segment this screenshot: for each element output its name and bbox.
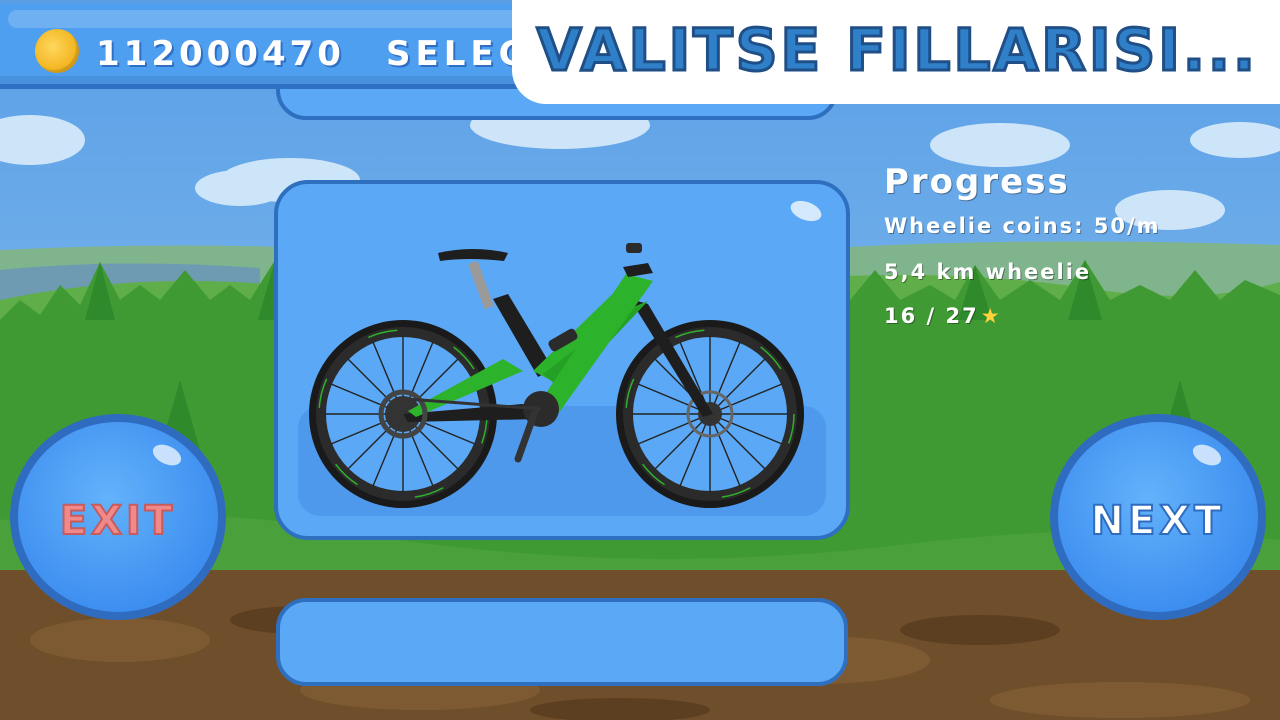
bike-illustration — [309, 243, 804, 508]
wheelie-distance-stat: 5,4 km wheelie — [884, 260, 1092, 284]
coin-count: 112000470 — [96, 34, 345, 74]
select-label: SELEC — [386, 34, 529, 74]
progress-title: Progress — [884, 162, 1070, 202]
title-banner: VALITSE FILLARISI... — [512, 0, 1280, 104]
exit-button[interactable]: EXIT — [10, 414, 226, 620]
button-gloss — [149, 440, 185, 470]
coin-icon — [35, 29, 79, 73]
next-button-label: NEXT — [1090, 497, 1226, 545]
game-scene: 112000470 SELEC VALITSE FILLARISI... Pro… — [0, 0, 1280, 720]
star-icon: ★ — [980, 304, 1002, 328]
card-highlight — [787, 197, 825, 225]
stars-stat: 16 / 27★ — [884, 304, 1002, 328]
stars-count: 16 / 27 — [884, 304, 979, 328]
bike-card-next[interactable] — [276, 598, 848, 686]
bike-card-selected[interactable] — [274, 180, 850, 540]
button-gloss — [1189, 440, 1225, 470]
exit-button-label: EXIT — [59, 497, 177, 545]
top-bar: 112000470 SELEC — [0, 4, 560, 89]
wheelie-coins-stat: Wheelie coins: 50/m — [884, 214, 1161, 238]
title-text: VALITSE FILLARISI... — [535, 15, 1258, 86]
top-bar-shine — [8, 10, 528, 28]
next-button[interactable]: NEXT — [1050, 414, 1266, 620]
